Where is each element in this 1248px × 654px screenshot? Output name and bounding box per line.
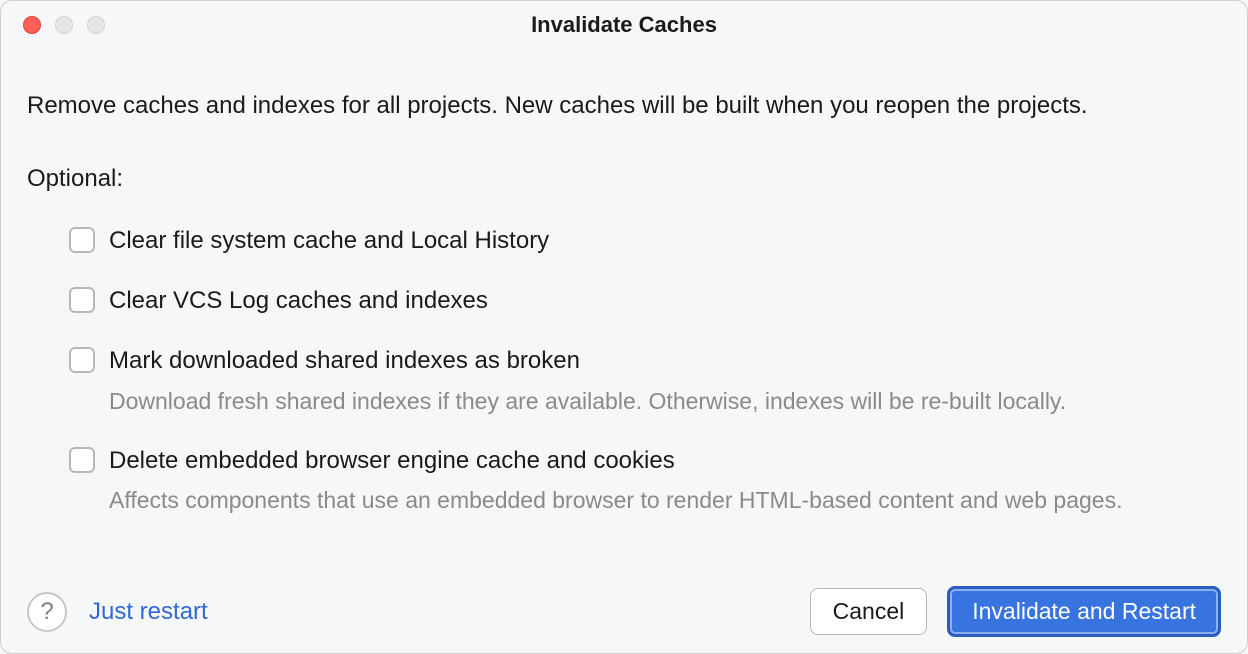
checkbox-delete-browser-cache[interactable]	[69, 447, 95, 473]
option-label: Clear file system cache and Local Histor…	[109, 225, 549, 257]
optional-label: Optional:	[27, 165, 1221, 193]
maximize-window-icon[interactable]	[87, 16, 105, 34]
option-description: Download fresh shared indexes if they ar…	[109, 386, 1209, 417]
option-mark-indexes-broken: Mark downloaded shared indexes as broken	[69, 345, 1221, 377]
option-delete-browser-cache: Delete embedded browser engine cache and…	[69, 445, 1221, 477]
help-icon: ?	[40, 598, 53, 626]
close-window-icon[interactable]	[23, 16, 41, 34]
window-controls	[1, 16, 105, 34]
invalidate-restart-button[interactable]: Invalidate and Restart	[947, 586, 1221, 637]
dialog-content: Remove caches and indexes for all projec…	[1, 49, 1247, 516]
just-restart-link[interactable]: Just restart	[89, 598, 208, 626]
dialog-footer: ? Just restart Cancel Invalidate and Res…	[27, 586, 1221, 637]
option-clear-fs-cache: Clear file system cache and Local Histor…	[69, 225, 1221, 257]
dialog-description: Remove caches and indexes for all projec…	[27, 89, 1127, 123]
option-label: Delete embedded browser engine cache and…	[109, 445, 675, 477]
checkbox-clear-vcs-log[interactable]	[69, 287, 95, 313]
option-description: Affects components that use an embedded …	[109, 485, 1209, 516]
checkbox-clear-fs-cache[interactable]	[69, 227, 95, 253]
checkbox-mark-indexes-broken[interactable]	[69, 347, 95, 373]
minimize-window-icon[interactable]	[55, 16, 73, 34]
help-button[interactable]: ?	[27, 592, 67, 632]
option-label: Clear VCS Log caches and indexes	[109, 285, 488, 317]
cancel-button[interactable]: Cancel	[810, 588, 928, 635]
options-list: Clear file system cache and Local Histor…	[27, 225, 1221, 517]
dialog-title: Invalidate Caches	[1, 12, 1247, 38]
titlebar: Invalidate Caches	[1, 1, 1247, 49]
option-label: Mark downloaded shared indexes as broken	[109, 345, 580, 377]
option-clear-vcs-log: Clear VCS Log caches and indexes	[69, 285, 1221, 317]
